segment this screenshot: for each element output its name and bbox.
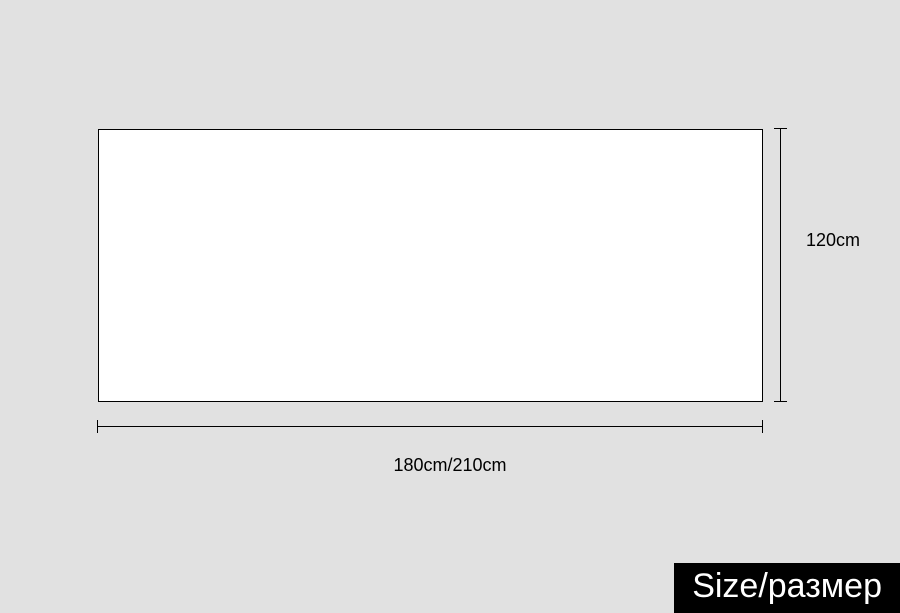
- height-dimension-cap-bottom: [774, 401, 787, 402]
- height-dimension-line: [780, 129, 781, 402]
- width-dimension-line: [98, 426, 763, 427]
- width-dimension-cap-left: [97, 420, 98, 433]
- width-dimension-cap-right: [762, 420, 763, 433]
- product-rectangle: [98, 129, 763, 402]
- size-tag: Size/размер: [674, 563, 900, 613]
- height-dimension-label: 120cm: [806, 230, 860, 251]
- width-dimension-label: 180cm/210cm: [0, 455, 900, 476]
- height-dimension-cap-top: [774, 128, 787, 129]
